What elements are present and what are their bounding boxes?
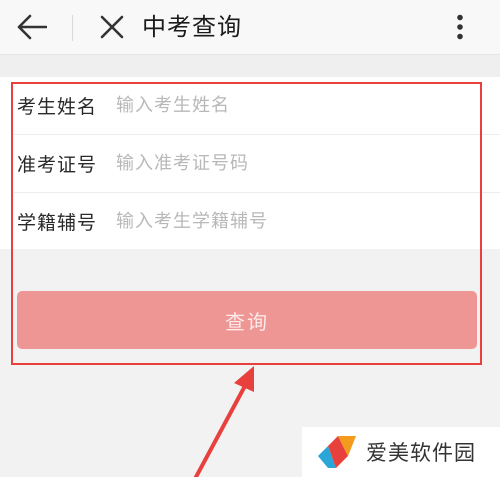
back-button[interactable] [12,9,52,45]
ticket-number-input[interactable] [116,145,476,182]
page-title: 中考查询 [142,13,242,41]
more-vertical-icon [457,14,463,40]
form-row-name: 考生姓名 [0,77,500,134]
form-row-student-id: 学籍辅号 [0,193,500,250]
query-form: 考生姓名 准考证号 学籍辅号 [0,77,500,249]
app-header: 中考查询 [0,0,500,55]
header-gap [0,55,500,77]
watermark: 爱美软件园 [302,427,500,477]
back-arrow-icon [17,14,47,40]
query-button[interactable]: 查询 [17,291,477,349]
field-label-student-id: 学籍辅号 [17,212,98,234]
brand-logo-icon [318,436,356,468]
field-label-ticket: 准考证号 [17,154,98,176]
form-row-ticket: 准考证号 [0,135,500,192]
close-button[interactable] [92,9,132,45]
more-menu-button[interactable] [440,9,480,45]
close-icon [100,15,124,39]
name-input[interactable] [116,87,476,124]
field-label-name: 考生姓名 [17,96,98,118]
watermark-text: 爱美软件园 [366,441,476,465]
student-id-input[interactable] [116,203,476,240]
header-divider [72,15,73,41]
